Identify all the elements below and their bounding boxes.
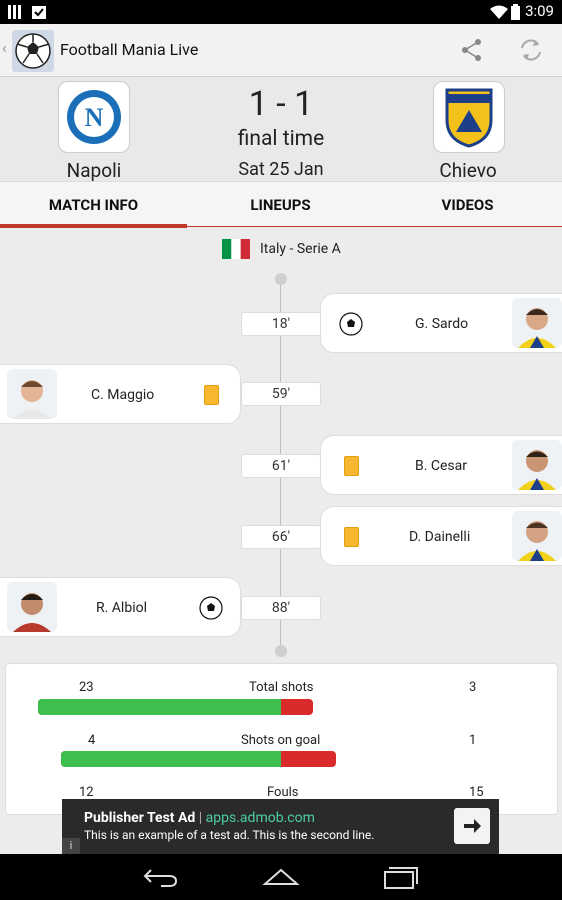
event-minute: 59' bbox=[241, 382, 321, 406]
soccer-ball-icon bbox=[199, 596, 223, 620]
yellow-card-icon bbox=[204, 385, 219, 405]
event-card-home[interactable]: C. Maggio bbox=[0, 364, 241, 424]
recent-apps-icon[interactable] bbox=[383, 864, 419, 890]
action-bar: ‹ Football Mania Live bbox=[0, 24, 562, 77]
tab-match-info[interactable]: MATCH INFO bbox=[0, 182, 187, 228]
tab-bar: MATCH INFO LINEUPS VIDEOS bbox=[0, 181, 562, 228]
player-avatar bbox=[7, 582, 57, 632]
event-minute: 18' bbox=[241, 312, 321, 336]
app-logo[interactable] bbox=[12, 30, 54, 72]
refresh-icon[interactable] bbox=[518, 38, 544, 62]
player-name: B. Cesar bbox=[415, 458, 468, 474]
ad-banner[interactable]: Publisher Test Ad | apps.admob.com This … bbox=[62, 799, 499, 854]
back-chevron-icon[interactable]: ‹ bbox=[2, 38, 7, 57]
ad-open-button[interactable] bbox=[454, 808, 490, 844]
stat-label: Shots on goal bbox=[241, 733, 321, 748]
player-avatar bbox=[512, 511, 562, 561]
clipboard-check-icon bbox=[32, 6, 46, 19]
home-icon[interactable] bbox=[262, 866, 300, 888]
stat-home-value: 23 bbox=[79, 680, 94, 695]
tab-lineups[interactable]: LINEUPS bbox=[187, 182, 374, 226]
ad-info-icon[interactable]: i bbox=[62, 838, 80, 854]
ad-domain: apps.admob.com bbox=[205, 810, 315, 826]
app-title: Football Mania Live bbox=[60, 40, 199, 59]
event-minute: 88' bbox=[241, 596, 321, 620]
event-minute: 66' bbox=[241, 525, 321, 549]
player-avatar bbox=[512, 298, 562, 348]
player-name: R. Albiol bbox=[96, 600, 147, 616]
yellow-card-icon bbox=[344, 527, 359, 547]
wifi-icon bbox=[490, 5, 508, 19]
stat-home-value: 12 bbox=[79, 785, 94, 800]
event-card-away[interactable]: D. Dainelli bbox=[320, 506, 562, 566]
arrow-right-icon bbox=[464, 819, 481, 833]
share-icon[interactable] bbox=[460, 38, 484, 62]
status-bar: 3:09 bbox=[0, 0, 562, 24]
navigation-bar bbox=[0, 854, 562, 900]
ad-body: This is an example of a test ad. This is… bbox=[84, 828, 375, 842]
yellow-card-icon bbox=[344, 456, 359, 476]
competition-name: Italy - Serie A bbox=[260, 241, 341, 257]
stat-label: Total shots bbox=[249, 680, 314, 695]
event-card-away[interactable]: G. Sardo bbox=[320, 293, 562, 353]
stats-panel: 23 Total shots 3 4 Shots on goal 1 12 Fo… bbox=[5, 663, 558, 815]
ad-title-line: Publisher Test Ad | apps.admob.com bbox=[84, 810, 315, 826]
player-name: C. Maggio bbox=[91, 387, 155, 403]
soccer-ball-icon bbox=[339, 312, 363, 336]
timeline-start-dot bbox=[275, 273, 287, 285]
back-icon[interactable] bbox=[143, 866, 179, 888]
tab-videos[interactable]: VIDEOS bbox=[374, 182, 561, 226]
stat-bar bbox=[61, 751, 336, 767]
event-card-home[interactable]: R. Albiol bbox=[0, 577, 241, 637]
stat-home-value: 4 bbox=[88, 733, 96, 748]
stat-label: Fouls bbox=[267, 785, 299, 800]
away-team-name: Chievo bbox=[439, 159, 497, 182]
player-avatar bbox=[512, 440, 562, 490]
soccer-ball-icon bbox=[15, 33, 51, 69]
player-avatar bbox=[7, 369, 57, 419]
player-name: G. Sardo bbox=[415, 316, 469, 332]
chievo-crest-icon bbox=[445, 88, 493, 148]
stat-away-value: 3 bbox=[469, 680, 477, 695]
timeline-end-dot bbox=[275, 645, 287, 657]
player-name: D. Dainelli bbox=[409, 529, 471, 545]
signal-bars-icon bbox=[8, 5, 21, 19]
italy-flag-icon bbox=[222, 239, 250, 259]
stat-bar-home-fill bbox=[38, 699, 282, 715]
stat-bar-home-fill bbox=[61, 751, 281, 767]
event-card-away[interactable]: B. Cesar bbox=[320, 435, 562, 495]
battery-icon bbox=[511, 4, 520, 20]
stat-away-value: 1 bbox=[469, 733, 477, 748]
away-team-crest bbox=[433, 81, 505, 153]
clock: 3:09 bbox=[525, 2, 554, 20]
event-minute: 61' bbox=[241, 454, 321, 478]
stat-away-value: 15 bbox=[469, 785, 484, 800]
ad-title: Publisher Test Ad bbox=[84, 810, 196, 826]
ad-separator: | bbox=[195, 810, 206, 826]
stat-bar bbox=[38, 699, 313, 715]
